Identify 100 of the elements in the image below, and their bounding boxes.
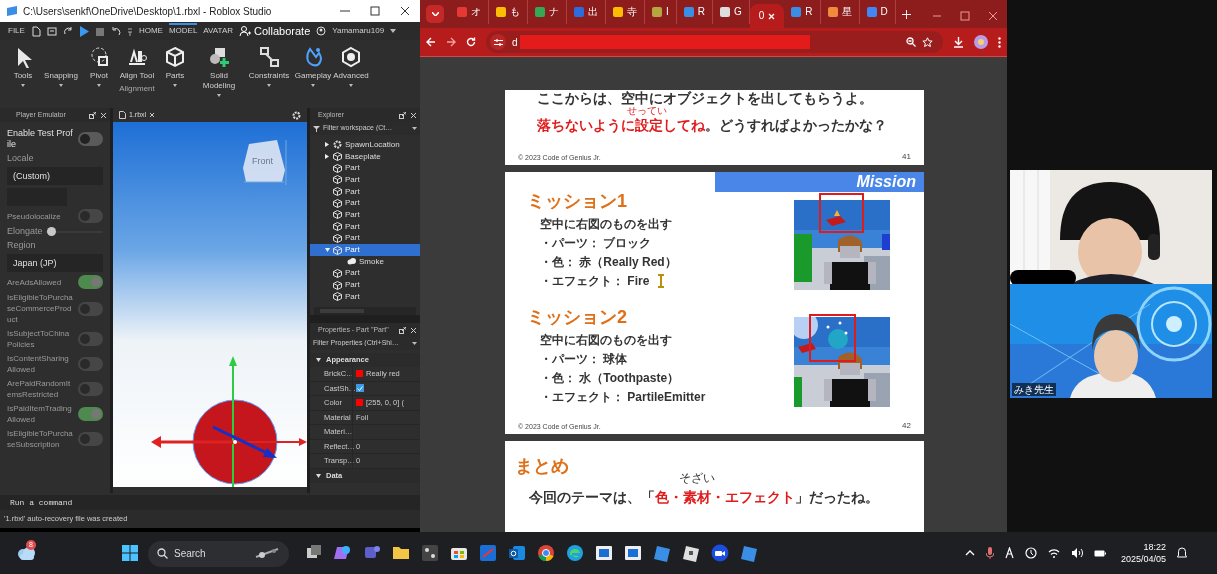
clock[interactable]: 18:22 2025/04/05 [1120, 541, 1166, 565]
undock-icon[interactable] [399, 111, 406, 119]
search-field[interactable]: Search [148, 540, 289, 567]
horizontal-scrollbar[interactable] [314, 307, 416, 315]
tree-item[interactable]: Baseplate [310, 150, 420, 163]
weather-cloud-icon[interactable] [16, 546, 36, 560]
cube-icon[interactable] [164, 46, 186, 68]
open-icon[interactable] [46, 25, 57, 37]
forward-icon[interactable] [446, 37, 456, 47]
caret-icon[interactable] [59, 84, 63, 87]
collaborate-icon[interactable] [239, 25, 251, 37]
ribbon-button[interactable]: Tools [13, 71, 33, 81]
outlook-icon[interactable] [508, 544, 526, 562]
tree-item[interactable]: Part [310, 232, 420, 245]
tree-item[interactable]: Part [310, 209, 420, 221]
ribbon-button[interactable]: Gameplay [294, 71, 332, 81]
address-bar[interactable]: d [486, 31, 943, 53]
checkbox[interactable] [356, 384, 364, 393]
ribbon-tab[interactable]: HOME [138, 25, 163, 37]
caret-icon[interactable] [349, 84, 353, 87]
dropdown-field[interactable]: Japan (JP) [7, 254, 103, 272]
hexagon-icon[interactable] [340, 46, 362, 68]
toggle-switch[interactable] [77, 407, 103, 421]
site-info-button[interactable] [490, 34, 506, 50]
caret-icon[interactable] [412, 342, 417, 345]
browser-tab[interactable]: 0 [749, 4, 785, 28]
microphone-icon[interactable] [985, 547, 994, 559]
expanded-arrow-icon[interactable] [316, 358, 321, 362]
browser-tab[interactable]: D [859, 0, 896, 24]
tree-item[interactable]: Smoke [310, 255, 420, 268]
browser-tab[interactable]: 寺 [606, 0, 645, 24]
file-menu[interactable]: FILE [8, 25, 25, 37]
back-icon[interactable] [426, 37, 436, 47]
tree-item[interactable]: Part [310, 267, 420, 280]
collapsed-arrow-icon[interactable] [325, 154, 329, 160]
play-icon[interactable] [78, 25, 89, 37]
studio-icon[interactable] [479, 544, 497, 562]
browser-tab[interactable]: I [645, 0, 677, 24]
tree-item[interactable]: Part [310, 244, 420, 256]
collapsed-arrow-icon[interactable] [325, 142, 329, 148]
tree-item[interactable]: Part [310, 220, 420, 233]
new-tab-icon[interactable] [901, 10, 911, 19]
undo-icon[interactable] [110, 25, 121, 37]
user-icon[interactable] [316, 26, 327, 36]
caret-icon[interactable] [267, 84, 271, 87]
ribbon-button[interactable]: Constraints [248, 71, 290, 81]
user-name[interactable]: Yamamaru109 [332, 25, 385, 37]
browser-tab[interactable]: 出 [567, 0, 606, 24]
profile-avatar-icon[interactable] [974, 35, 988, 49]
window-icon[interactable] [595, 544, 613, 562]
close-icon[interactable] [410, 326, 417, 334]
solid-modeling-icon[interactable] [208, 46, 230, 68]
caret-icon[interactable] [217, 94, 221, 97]
stop-icon[interactable] [94, 25, 105, 37]
ribbon-button[interactable]: Align Tool [119, 71, 155, 81]
dropdown-field[interactable]: (Custom) [7, 167, 103, 185]
edge-icon[interactable] [566, 544, 584, 562]
browser-tab[interactable]: も [489, 0, 528, 24]
tab-search-button[interactable] [426, 5, 444, 23]
collaborate-button[interactable]: Collaborate [254, 22, 311, 40]
battery-icon[interactable] [1093, 548, 1106, 558]
chevron-up-icon[interactable] [964, 550, 975, 556]
input-method-icon[interactable] [1004, 547, 1014, 559]
chrome-icon[interactable] [537, 544, 555, 562]
close-icon[interactable] [100, 111, 107, 119]
new-file-icon[interactable] [30, 25, 41, 37]
window-icon[interactable] [624, 544, 642, 562]
bookmark-star-icon[interactable] [922, 36, 933, 48]
reload-icon[interactable] [466, 37, 476, 47]
settings-icon[interactable] [292, 110, 301, 120]
tree-item[interactable]: Part [310, 185, 420, 198]
undock-icon[interactable] [399, 326, 406, 334]
toggle-switch[interactable] [77, 332, 103, 346]
caret-icon[interactable] [390, 29, 397, 33]
ribbon-button[interactable]: Pivot [90, 71, 108, 81]
ribbon-button[interactable]: Parts [165, 71, 185, 81]
close-icon[interactable] [410, 111, 417, 119]
folder-icon[interactable] [392, 544, 410, 562]
ribbon-button[interactable]: Solid Modeling [194, 71, 244, 91]
download-icon[interactable] [953, 36, 964, 48]
ribbon-button[interactable]: Advanced [333, 71, 369, 81]
ribbon-tab[interactable]: AVATAR [203, 25, 233, 37]
move-handles-drawing[interactable] [151, 356, 307, 487]
undock-icon[interactable] [89, 111, 96, 119]
ribbon-button[interactable]: Snapping [44, 71, 78, 81]
zoom-icon[interactable] [906, 37, 916, 47]
toggle-switch[interactable] [77, 432, 103, 446]
tree-item[interactable]: Part [310, 197, 420, 210]
browser-tab[interactable]: ナ [528, 0, 567, 24]
tree-item[interactable]: Part [310, 290, 420, 303]
slider-thumb[interactable] [47, 226, 57, 236]
browser-tab[interactable]: R [676, 0, 713, 24]
zoom-app-icon[interactable] [711, 544, 729, 562]
wifi-icon[interactable] [1047, 548, 1060, 558]
caret-icon[interactable] [173, 84, 177, 87]
toggle-switch[interactable] [77, 132, 103, 146]
caret-icon[interactable] [21, 84, 25, 87]
caret-icon[interactable] [311, 84, 315, 87]
color-swatch[interactable] [356, 399, 363, 407]
tree-item[interactable]: Part [310, 162, 420, 175]
